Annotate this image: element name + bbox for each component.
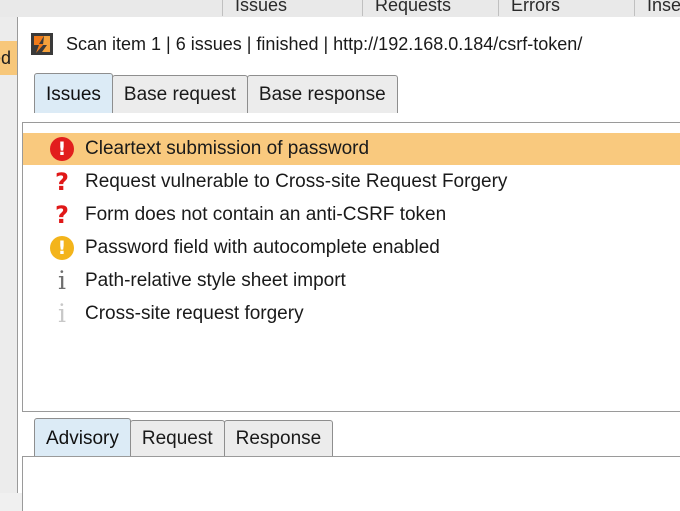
info-icon-faded: i: [58, 299, 66, 328]
detail-tabs: Issues Base request Base response: [34, 73, 398, 113]
advisory-tabs: Advisory Request Response: [34, 418, 334, 456]
issue-row-cleartext-password[interactable]: ! Cleartext submission of password: [23, 133, 680, 165]
issue-row-path-relative-css[interactable]: i Path-relative style sheet import: [23, 265, 680, 297]
tentative-question-icon: ?: [55, 168, 69, 196]
tab-base-response[interactable]: Base response: [246, 75, 398, 113]
tab-response[interactable]: Response: [223, 420, 334, 456]
column-header-errors[interactable]: Errors: [498, 0, 634, 16]
issue-label: Path-relative style sheet import: [85, 270, 346, 291]
issue-label: Form does not contain an anti-CSRF token: [85, 204, 447, 225]
issue-label: Cleartext submission of password: [85, 138, 370, 159]
tab-request[interactable]: Request: [129, 420, 225, 456]
selected-scan-row[interactable]: ed: [0, 41, 17, 75]
tab-base-request[interactable]: Base request: [111, 75, 248, 113]
panel-title-row: Scan item 1 | 6 issues | finished | http…: [30, 27, 582, 61]
tab-advisory[interactable]: Advisory: [34, 418, 131, 456]
burp-logo-icon: [30, 32, 54, 56]
issue-row-csrf-vulnerable[interactable]: ? Request vulnerable to Cross-site Reque…: [23, 166, 680, 198]
tab-issues[interactable]: Issues: [34, 73, 113, 113]
issue-label: Password field with autocomplete enabled: [85, 237, 440, 258]
high-severity-icon: !: [49, 136, 75, 162]
column-header-insertion[interactable]: Inse: [634, 0, 680, 16]
info-icon: i: [58, 266, 66, 295]
issue-label: Cross-site request forgery: [85, 303, 304, 324]
tentative-question-icon: ?: [55, 201, 69, 229]
column-header-requests[interactable]: Requests: [362, 0, 498, 16]
split-pane-divider[interactable]: [18, 409, 680, 417]
medium-severity-icon: !: [49, 235, 75, 261]
issue-label: Request vulnerable to Cross-site Request…: [85, 171, 508, 192]
issue-row-no-anti-csrf-token[interactable]: ? Form does not contain an anti-CSRF tok…: [23, 199, 680, 231]
results-table-header: Issues Requests Errors Inse: [0, 0, 680, 18]
advisory-content: [22, 456, 680, 511]
issue-row-password-autocomplete[interactable]: ! Password field with autocomplete enabl…: [23, 232, 680, 264]
issue-row-csrf[interactable]: i Cross-site request forgery: [23, 298, 680, 330]
panel-title: Scan item 1 | 6 issues | finished | http…: [66, 33, 583, 54]
column-header-issues[interactable]: Issues: [222, 0, 362, 16]
left-results-column: ed: [0, 17, 18, 493]
issues-list: ! Cleartext submission of password ? Req…: [22, 122, 680, 412]
scan-item-panel: Scan item 1 | 6 issues | finished | http…: [18, 17, 680, 511]
